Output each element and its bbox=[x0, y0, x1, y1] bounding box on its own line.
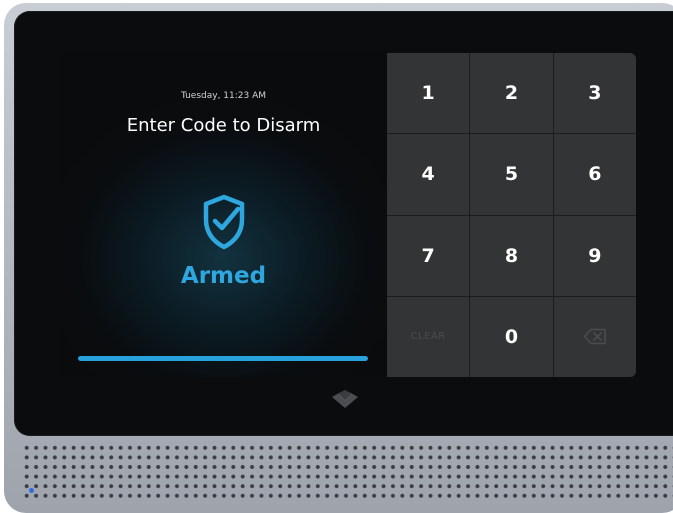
countdown-progress-bar bbox=[78, 356, 368, 361]
backspace-button[interactable] bbox=[553, 296, 636, 377]
key-4[interactable]: 4 bbox=[387, 134, 470, 215]
key-9[interactable]: 9 bbox=[553, 215, 636, 296]
pin-keypad: 1 2 3 4 5 6 7 8 9 CLEAR 0 bbox=[387, 53, 636, 377]
key-3[interactable]: 3 bbox=[553, 53, 636, 134]
countdown-progress-fill bbox=[78, 356, 368, 361]
brand-logo-icon bbox=[332, 390, 358, 408]
key-6[interactable]: 6 bbox=[553, 134, 636, 215]
shield-check-icon bbox=[203, 194, 245, 250]
disarm-prompt: Enter Code to Disarm bbox=[126, 115, 321, 136]
key-8[interactable]: 8 bbox=[470, 215, 553, 296]
backspace-icon bbox=[583, 329, 606, 345]
arm-status: Armed bbox=[180, 263, 267, 289]
status-pane: Tuesday, 11:23 AM Enter Code to Disarm A… bbox=[60, 53, 387, 377]
speaker-grille bbox=[22, 443, 673, 499]
key-5[interactable]: 5 bbox=[470, 134, 553, 215]
key-7[interactable]: 7 bbox=[387, 215, 470, 296]
key-2[interactable]: 2 bbox=[470, 53, 553, 134]
clear-button[interactable]: CLEAR bbox=[387, 296, 470, 377]
touch-screen: Tuesday, 11:23 AM Enter Code to Disarm A… bbox=[60, 53, 636, 377]
datetime-label: Tuesday, 11:23 AM bbox=[180, 91, 267, 101]
key-0[interactable]: 0 bbox=[470, 296, 553, 377]
key-1[interactable]: 1 bbox=[387, 53, 470, 134]
status-led bbox=[29, 488, 34, 493]
